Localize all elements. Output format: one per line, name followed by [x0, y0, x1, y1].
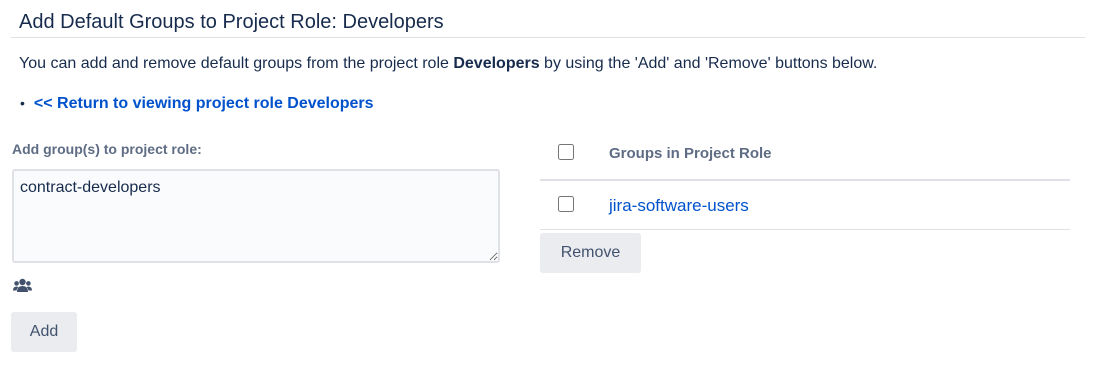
remove-button[interactable]: Remove: [540, 233, 641, 273]
return-list: << Return to viewing project role Develo…: [20, 93, 374, 114]
intro-text: You can add and remove default groups fr…: [19, 54, 877, 74]
groups-column-header: Groups in Project Role: [609, 145, 772, 162]
row-checkbox[interactable]: [558, 196, 574, 212]
add-groups-textarea[interactable]: contract-developers: [12, 169, 500, 263]
group-link[interactable]: jira-software-users: [609, 196, 749, 216]
add-button[interactable]: Add: [11, 312, 77, 352]
table-row: jira-software-users: [540, 181, 1070, 230]
group-picker-icon[interactable]: [13, 278, 32, 293]
intro-role-name: Developers: [453, 55, 540, 72]
return-to-role-link[interactable]: << Return to viewing project role Develo…: [34, 95, 374, 112]
intro-text-after: by using the 'Add' and 'Remove' buttons …: [539, 55, 878, 72]
add-groups-label: Add group(s) to project role:: [12, 141, 202, 157]
intro-text-before: You can add and remove default groups fr…: [19, 55, 454, 72]
groups-table-header: Groups in Project Role: [540, 134, 1070, 181]
return-list-item: << Return to viewing project role Develo…: [20, 93, 374, 114]
select-all-checkbox[interactable]: [558, 144, 574, 160]
page-title: Add Default Groups to Project Role: Deve…: [19, 11, 444, 33]
title-divider: [11, 37, 1085, 38]
